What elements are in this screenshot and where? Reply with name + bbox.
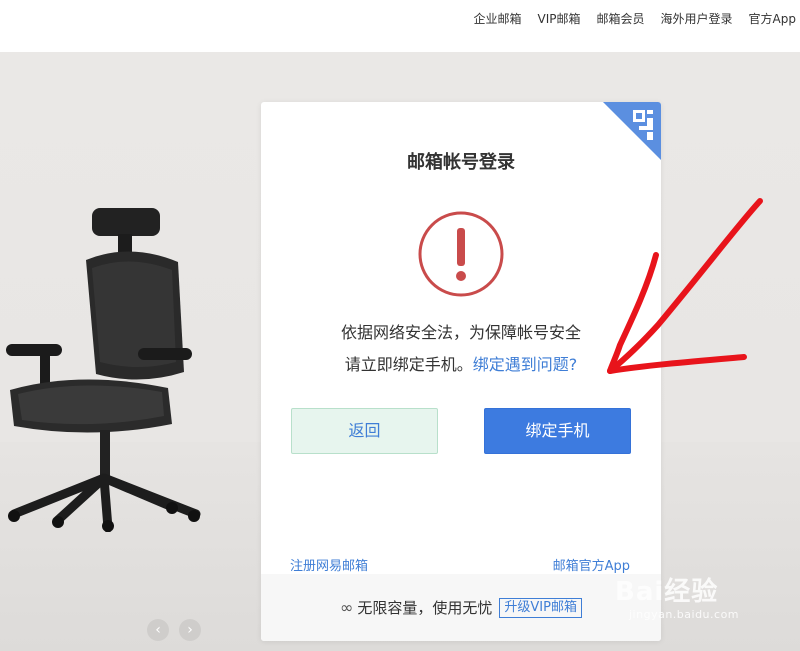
message-line-2: 请立即绑定手机。 bbox=[344, 355, 473, 374]
upgrade-vip-button[interactable]: 升级VIP邮箱 bbox=[499, 597, 582, 618]
top-nav: 企业邮箱 VIP邮箱 邮箱会员 海外用户登录 官方App bbox=[458, 11, 797, 27]
bind-phone-button[interactable]: 绑定手机 bbox=[484, 408, 631, 454]
card-footer: ∞ 无限容量，使用无忧 升级VIP邮箱 bbox=[261, 574, 661, 641]
watermark-url: jingyan.baidu.com bbox=[629, 608, 740, 621]
warning-icon bbox=[418, 211, 504, 297]
chevron-right-icon: › bbox=[187, 622, 193, 638]
chevron-left-icon: ‹ bbox=[155, 622, 161, 638]
bind-problem-link[interactable]: 绑定遇到问题? bbox=[473, 355, 578, 374]
nav-overseas-login[interactable]: 海外用户登录 bbox=[661, 11, 733, 27]
carousel-prev-button[interactable]: ‹ bbox=[147, 619, 169, 641]
carousel-next-button[interactable]: › bbox=[179, 619, 201, 641]
infinity-icon: ∞ bbox=[340, 598, 354, 617]
card-title: 邮箱帐号登录 bbox=[407, 152, 515, 173]
nav-vip-mail[interactable]: VIP邮箱 bbox=[538, 11, 581, 27]
office-chair-image bbox=[6, 208, 201, 532]
nav-mail-member[interactable]: 邮箱会员 bbox=[597, 11, 645, 27]
top-bar: 企业邮箱 VIP邮箱 邮箱会员 海外用户登录 官方App bbox=[0, 0, 800, 52]
back-button[interactable]: 返回 bbox=[291, 408, 438, 454]
nav-official-app[interactable]: 官方App bbox=[749, 11, 796, 27]
card-bottom-links: 注册网易邮箱 邮箱官方App bbox=[261, 555, 661, 575]
red-arrow-annotation bbox=[607, 198, 763, 374]
footer-text: 无限容量，使用无忧 bbox=[357, 599, 493, 617]
nav-enterprise-mail[interactable]: 企业邮箱 bbox=[474, 11, 522, 27]
register-link[interactable]: 注册网易邮箱 bbox=[290, 555, 368, 574]
watermark-brand: Bai经验 bbox=[615, 577, 719, 607]
baidu-watermark: Bai经验 jingyan.baidu.com bbox=[615, 571, 795, 641]
